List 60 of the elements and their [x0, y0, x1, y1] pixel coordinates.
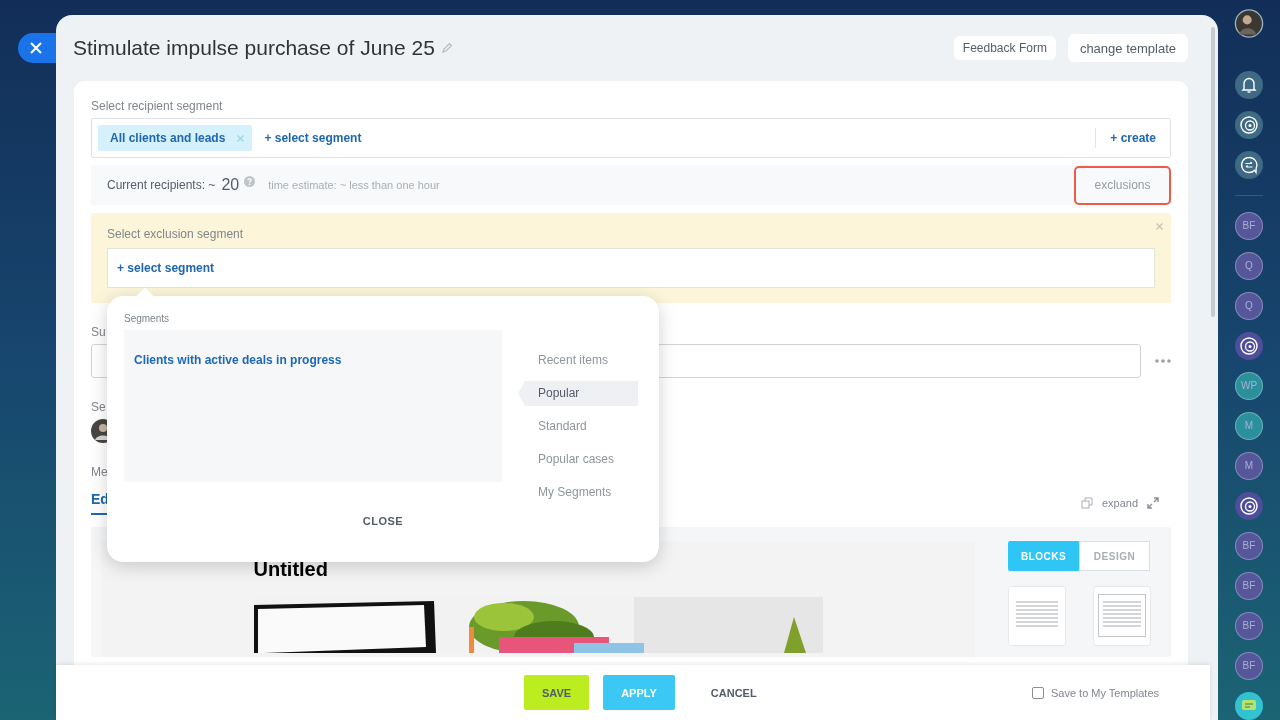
category-item[interactable]: Popular cases — [518, 447, 638, 472]
chat-icon[interactable] — [1235, 151, 1263, 180]
spiral-icon[interactable] — [1235, 332, 1263, 360]
category-item[interactable]: Recent items — [518, 348, 638, 373]
contact-avatar[interactable]: M — [1235, 452, 1263, 480]
mode-tab[interactable]: BLOCKS — [1008, 541, 1079, 571]
footer-button[interactable]: SAVE — [524, 675, 590, 710]
contact-avatar[interactable]: BF — [1235, 652, 1263, 680]
close-button[interactable]: CLOSE — [356, 514, 410, 528]
footer-button[interactable]: CANCEL — [688, 675, 779, 710]
exclusion-field[interactable]: + select segment — [107, 248, 1155, 288]
recipients-label: Current recipients: ~ — [107, 178, 216, 192]
spiral-icon[interactable] — [1235, 492, 1263, 520]
select-segment-link[interactable]: + select segment — [264, 131, 362, 145]
create-link[interactable]: + create — [1110, 131, 1156, 145]
contact-avatar[interactable]: BF — [1235, 572, 1263, 600]
exclusions-button[interactable]: exclusions — [1074, 165, 1171, 205]
header-button[interactable]: Feedback Form — [953, 36, 1056, 60]
field-label: Su — [91, 325, 106, 339]
field-label: Select exclusion segment — [107, 227, 244, 241]
field-label: Se — [91, 400, 106, 414]
category-item[interactable]: Popular — [518, 381, 638, 406]
close-icon[interactable] — [1156, 223, 1163, 230]
copy-icon[interactable] — [1080, 497, 1093, 509]
header-button[interactable]: change template — [1067, 34, 1188, 62]
pencil-icon[interactable] — [440, 42, 453, 54]
popup-title: Segments — [124, 313, 171, 324]
close-icon — [30, 42, 42, 54]
spiral-icon[interactable] — [1235, 111, 1263, 140]
segment-item[interactable]: Clients with active deals in progress — [134, 353, 342, 367]
time-estimate: time estimate: ~ less than one hour — [268, 179, 440, 191]
expand-link[interactable]: expand — [1101, 497, 1138, 509]
recipients-count: 20 — [221, 176, 240, 194]
tag-label: All clients and leads — [110, 131, 226, 145]
category-item[interactable]: My Segments — [518, 480, 638, 505]
checkbox[interactable] — [1032, 686, 1044, 699]
campaign-title: Stimulate impulse purchase of June 25 — [73, 36, 435, 60]
bell-icon[interactable] — [1235, 71, 1263, 100]
mode-tab[interactable]: DESIGN — [1079, 541, 1150, 571]
expand-icon[interactable] — [1147, 497, 1159, 509]
category-item[interactable]: Standard — [518, 414, 638, 439]
contact-avatar[interactable]: WP — [1235, 372, 1263, 400]
segment-field[interactable]: All clients and leads + select segment + create — [91, 118, 1171, 158]
contact-avatar[interactable]: Q — [1235, 252, 1263, 280]
footer-button[interactable]: APPLY — [603, 675, 675, 710]
select-segment-link[interactable]: + select segment — [117, 261, 215, 275]
message-icon[interactable] — [1235, 692, 1263, 720]
field-label: Select recipient segment — [91, 99, 223, 113]
scrollbar[interactable] — [1211, 27, 1215, 317]
contact-avatar[interactable]: BF — [1235, 612, 1263, 640]
framed-text-block-icon[interactable] — [1093, 586, 1151, 646]
close-button[interactable] — [18, 33, 58, 63]
more-icon[interactable] — [1155, 359, 1171, 363]
contact-avatar[interactable]: BF — [1235, 212, 1263, 240]
field-label: Me — [91, 465, 108, 479]
help-icon[interactable] — [244, 175, 256, 187]
checkbox-label[interactable]: Save to My Templates — [1051, 686, 1159, 699]
contact-avatar[interactable]: Q — [1235, 292, 1263, 320]
contact-avatar[interactable]: BF — [1235, 532, 1263, 560]
contact-avatar[interactable]: M — [1235, 412, 1263, 440]
